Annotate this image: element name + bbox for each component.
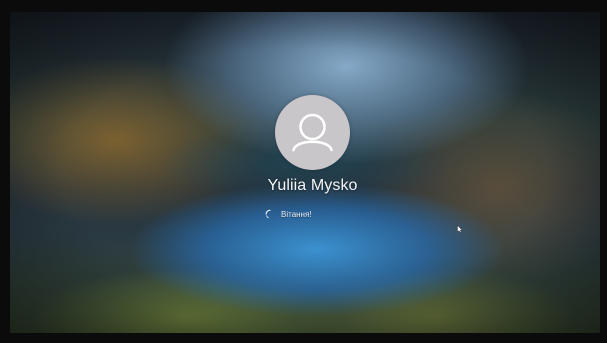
loading-spinner-icon <box>265 209 275 219</box>
welcome-status: Вітання! <box>265 206 375 222</box>
user-avatar[interactable] <box>275 95 350 170</box>
lock-screen-background: Yuliia Mysko Вітання! <box>10 12 600 333</box>
welcome-status-text: Вітання! <box>281 209 312 219</box>
mouse-pointer-icon <box>457 225 463 233</box>
user-avatar-icon <box>292 113 333 152</box>
login-panel: Yuliia Mysko Вітання! <box>10 12 600 333</box>
user-name: Yuliia Mysko <box>267 177 358 194</box>
photo-frame: Yuliia Mysko Вітання! <box>0 0 607 343</box>
